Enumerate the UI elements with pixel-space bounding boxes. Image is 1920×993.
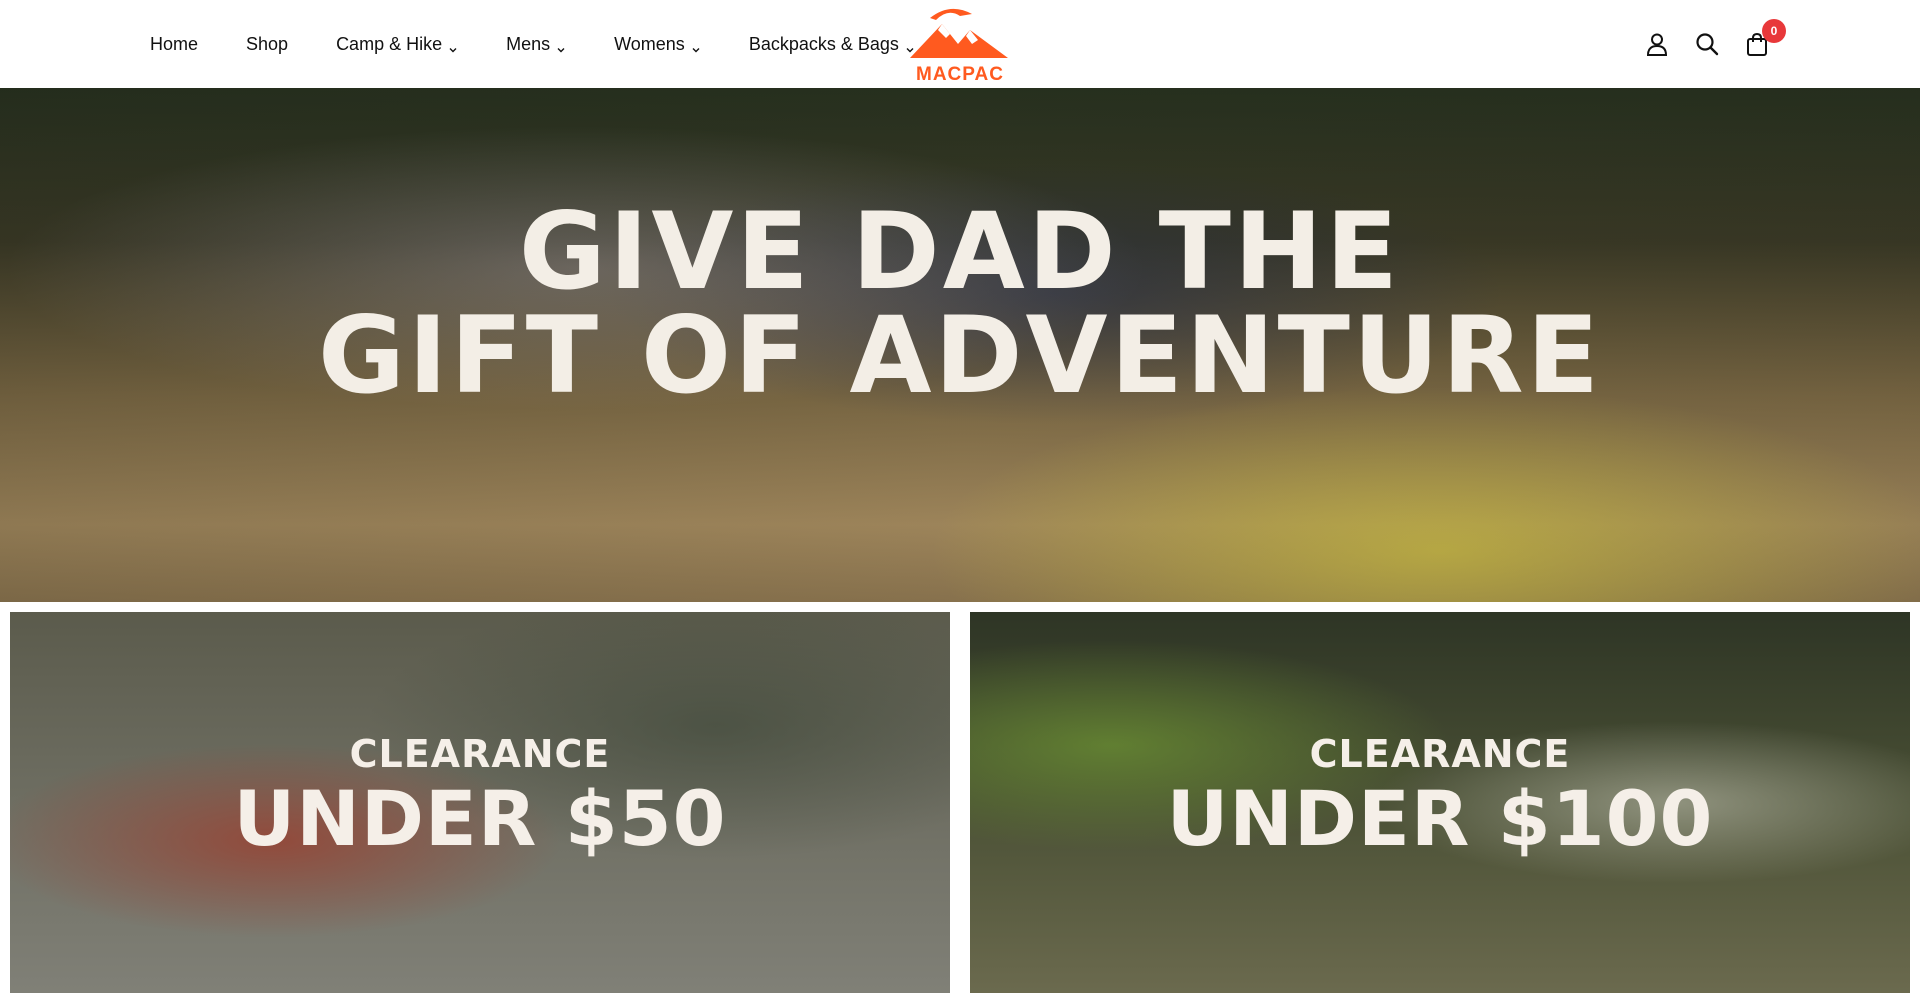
nav-item-label: Home xyxy=(150,33,199,54)
cart-count-badge: 0 xyxy=(1762,19,1786,43)
hero-banner[interactable]: GIVE DAD THE GIFT OF ADVENTURE xyxy=(0,88,1920,602)
main-nav: Home Shop Camp & Hike Mens Womens Backpa… xyxy=(150,0,915,88)
header-icons: 0 xyxy=(1620,0,1786,88)
hero-title: GIVE DAD THE GIFT OF ADVENTURE xyxy=(0,199,1920,409)
chevron-down-icon xyxy=(448,39,458,53)
chevron-down-icon xyxy=(556,39,566,53)
nav-item-womens[interactable]: Womens xyxy=(614,34,701,55)
nav-item-label: Backpacks & Bags xyxy=(748,33,899,54)
nav-item-label: Womens xyxy=(614,33,685,54)
nav-item-label: Shop xyxy=(246,33,289,54)
nav-item-camp-hike[interactable]: Camp & Hike xyxy=(336,34,458,55)
nav-item-label: Mens xyxy=(506,33,551,54)
chevron-down-icon xyxy=(691,39,701,53)
shopping-bag-icon[interactable]: 0 xyxy=(1744,19,1786,57)
tile-title: UNDER $100 xyxy=(1166,774,1714,863)
tile-subtitle: CLEARANCE xyxy=(1309,732,1571,776)
search-icon[interactable] xyxy=(1694,31,1720,57)
hero-title-line-2: GIFT OF ADVENTURE xyxy=(317,294,1603,417)
tile-subtitle: CLEARANCE xyxy=(349,732,611,776)
tile-title: UNDER $50 xyxy=(233,774,727,863)
nav-item-shop[interactable]: Shop xyxy=(246,34,288,55)
nav-item-mens[interactable]: Mens xyxy=(506,34,566,55)
promo-tile-under-50[interactable]: CLEARANCE UNDER $50 xyxy=(10,612,950,993)
brand-logo[interactable]: MACPAC CLUB xyxy=(890,4,1030,107)
site-header: Home Shop Camp & Hike Mens Womens Backpa… xyxy=(0,0,1920,107)
promo-tile-under-100[interactable]: CLEARANCE UNDER $100 xyxy=(970,612,1910,993)
user-icon[interactable] xyxy=(1644,31,1670,57)
mountain-logo-icon xyxy=(910,8,1008,58)
nav-item-label: Camp & Hike xyxy=(336,33,443,54)
nav-item-home[interactable]: Home xyxy=(150,34,198,55)
